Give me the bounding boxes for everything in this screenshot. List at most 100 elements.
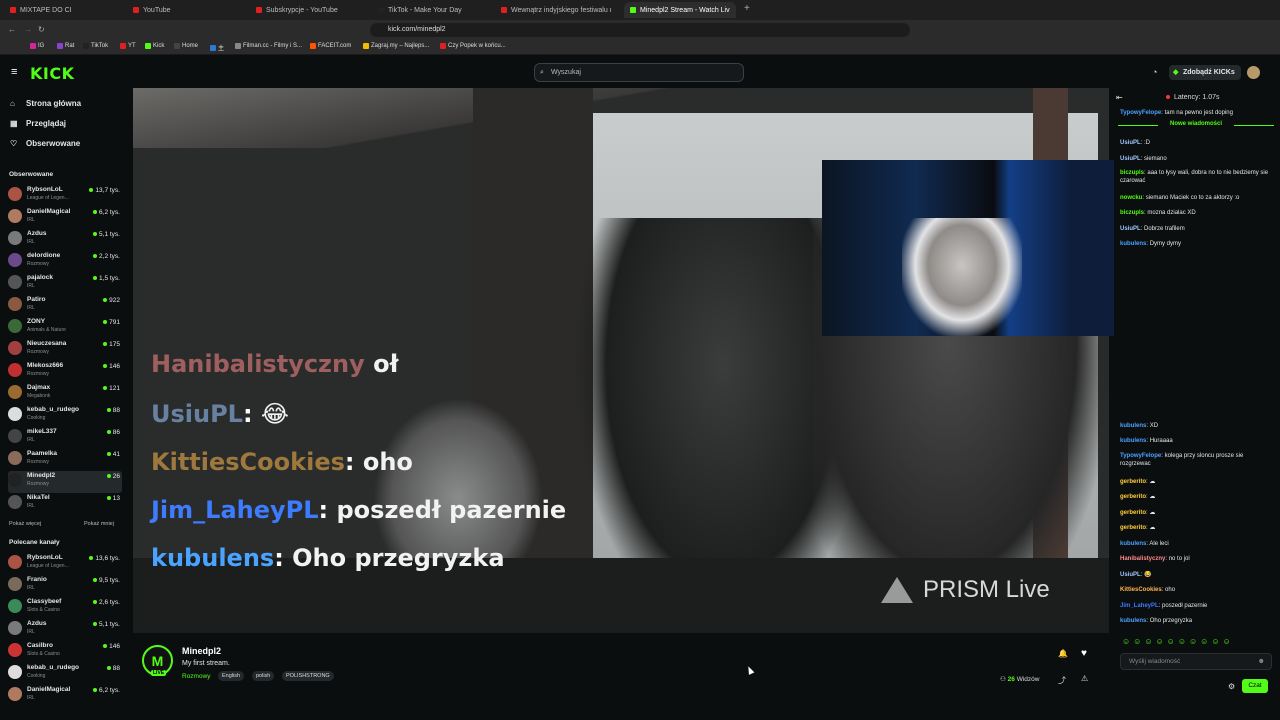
channel-item[interactable]: Casilbro Slots & Casino 146 xyxy=(8,641,122,663)
browser-tab[interactable]: Subskrypcje - YouTube xyxy=(256,2,366,18)
bookmark-item[interactable]: TikTok xyxy=(83,43,108,49)
url-field[interactable]: kick.com/minedpl2 xyxy=(370,23,910,37)
channel-viewers: 121 xyxy=(103,385,120,392)
chat-username[interactable]: TypowyFelope xyxy=(1120,453,1161,459)
nav-home[interactable]: ⌂ Strona główna xyxy=(10,99,81,108)
bookmark-item[interactable]: Filman.cc - Filmy i S... xyxy=(235,43,302,49)
emote-bar[interactable]: ☺☺☺☺☺☺☺☺☺☺ xyxy=(1122,637,1272,647)
send-chat-button[interactable]: Czat xyxy=(1242,679,1268,693)
new-messages-divider: Nowe wiadomości xyxy=(1118,121,1274,127)
menu-icon[interactable]: ≡ xyxy=(11,66,17,78)
channel-item[interactable]: Paamelka Rozmowy 41 xyxy=(8,449,122,471)
channel-item[interactable]: ZONY Animals & Nature 791 xyxy=(8,317,122,339)
channel-item[interactable]: Azdus IRL 5,1 tys. xyxy=(8,619,122,641)
get-kicks-button[interactable]: ◆ Zdobądź KICKs xyxy=(1169,65,1241,80)
chat-username[interactable]: gerberito xyxy=(1120,525,1146,531)
chat-username[interactable]: biczupls xyxy=(1120,170,1144,176)
bookmark-item[interactable]: YT xyxy=(120,43,136,49)
chat-username[interactable]: UsiuPL xyxy=(1120,156,1141,162)
chat-username[interactable]: kubulens xyxy=(1120,438,1146,444)
channel-item[interactable]: Azdus IRL 5,1 tys. xyxy=(8,229,122,251)
user-avatar[interactable] xyxy=(1247,66,1260,79)
chat-username[interactable]: KittiesCookies xyxy=(1120,587,1162,593)
chat-username[interactable]: UsiuPL xyxy=(1120,572,1141,578)
channel-item[interactable]: DanielMagical IRL 6,2 tys. xyxy=(8,207,122,229)
chat-username[interactable]: kubulens xyxy=(1120,541,1146,547)
channel-item[interactable]: Dajmax Megabonk 121 xyxy=(8,383,122,405)
channel-item[interactable]: mikeL337 IRL 86 xyxy=(8,427,122,449)
forward-icon[interactable]: → xyxy=(24,25,32,34)
stream-tag[interactable]: English xyxy=(218,671,245,681)
channel-item[interactable]: Mlekosz666 Rozmowy 146 xyxy=(8,361,122,383)
chat-username[interactable]: gerberito xyxy=(1120,494,1146,500)
browser-tab[interactable]: TikTok - Make Your Day xyxy=(378,2,488,18)
browser-tab[interactable]: Minedpl2 Stream - Watch Liv xyxy=(624,2,736,18)
channel-item[interactable]: Nieuczesana Rozmowy 175 xyxy=(8,339,122,361)
chat-username[interactable]: kubulens xyxy=(1120,241,1146,247)
collapse-chat-icon[interactable]: ⇤ xyxy=(1116,93,1123,102)
show-less-link[interactable]: Pokaż mniej xyxy=(84,521,114,527)
bookmark-item[interactable]: Kick xyxy=(145,43,164,49)
stream-tag[interactable]: polish xyxy=(252,671,275,681)
browser-tab[interactable]: Wewnątrz indyjskiego festiwalu rzuc xyxy=(501,2,611,18)
channel-item[interactable]: Minedpl2 Rozmowy 26 xyxy=(8,471,122,493)
stream-category[interactable]: Rozmowy xyxy=(182,673,211,680)
chat-username[interactable]: Hanibalistyczny xyxy=(1120,556,1165,562)
channel-item[interactable]: RybsonLoL League of Legen... 13,6 tys. xyxy=(8,553,122,575)
bookmark-item[interactable]: Home xyxy=(174,43,198,49)
channel-item[interactable]: Franio IRL 9,5 tys. xyxy=(8,575,122,597)
browser-tab[interactable]: YouTube xyxy=(133,2,243,18)
chat-username[interactable]: TypowyFelope xyxy=(1120,110,1161,116)
search-input[interactable]: ⌕ Wyszukaj xyxy=(534,63,744,82)
bookmark-item[interactable]: IG xyxy=(30,43,44,49)
bookmark-item[interactable]: FACEIT.com xyxy=(310,43,351,49)
chat-username[interactable]: nowcku xyxy=(1120,195,1142,201)
browser-tab[interactable]: MIXTAPE DO CI xyxy=(10,2,120,18)
channel-item[interactable]: Patiro IRL 922 xyxy=(8,295,122,317)
bookmark-item[interactable]: 主 xyxy=(210,43,224,52)
chat-username[interactable]: biczupls xyxy=(1120,210,1144,216)
channel-category: Rozmowy xyxy=(27,481,49,487)
bookmark-item[interactable]: Czy Popek w końcu... xyxy=(440,43,506,49)
overlay-username: Jim_LaheyPL xyxy=(151,496,319,524)
channel-avatar xyxy=(8,665,22,679)
channel-item[interactable]: RybsonLoL League of Legen... 13,7 tys. xyxy=(8,185,122,207)
streamer-name[interactable]: Minedpl2 xyxy=(182,646,221,656)
chat-input[interactable]: Wyślij wiadomość ☻ xyxy=(1120,653,1272,670)
chat-username[interactable]: UsiuPL xyxy=(1120,226,1141,232)
bookmark-item[interactable]: Zagraj.my – Najleps... xyxy=(363,43,429,49)
channel-item[interactable]: pajalock IRL 1,5 tys. xyxy=(8,273,122,295)
chat-settings-icon[interactable]: ⚙ xyxy=(1228,682,1235,691)
chat-username[interactable]: gerberito xyxy=(1120,510,1146,516)
channel-item[interactable]: NikaTel IRL 13 xyxy=(8,493,122,515)
show-more-link[interactable]: Pokaż więcej xyxy=(9,521,41,527)
report-icon[interactable]: ⚠ xyxy=(1081,674,1088,683)
kick-logo[interactable]: KICK xyxy=(30,64,75,83)
bookmark-item[interactable]: Rat xyxy=(57,43,74,49)
channel-item[interactable]: DanielMagical IRL 6,2 tys. xyxy=(8,685,122,707)
notification-icon[interactable]: ◔ xyxy=(1152,67,1157,77)
channel-item[interactable]: delordione Rozmowy 2,2 tys. xyxy=(8,251,122,273)
chat-username[interactable]: kubulens xyxy=(1120,618,1146,624)
reload-icon[interactable]: ↻ xyxy=(38,25,45,34)
channel-item[interactable]: Classybeef Slots & Casino 2,6 tys. xyxy=(8,597,122,619)
emoji-icon[interactable]: ☻ xyxy=(1258,654,1265,669)
nav-heart[interactable]: ♡ Obserwowane xyxy=(10,139,80,148)
chat-username[interactable]: Jim_LaheyPL xyxy=(1120,603,1159,609)
nav-browse[interactable]: ▦ Przeglądaj xyxy=(10,119,66,128)
channel-item[interactable]: kebab_u_rudego Cooking 88 xyxy=(8,405,122,427)
chat-username[interactable]: kubulens xyxy=(1120,423,1146,429)
following-title: Obserwowane xyxy=(9,171,54,178)
channel-category: Rozmowy xyxy=(27,459,49,465)
stream-tag[interactable]: POLISHSTRONG xyxy=(282,671,334,681)
chat-message: TypowyFelope: kolega przy sloncu prosze … xyxy=(1120,453,1244,467)
heart-icon: ♡ xyxy=(10,139,18,148)
channel-item[interactable]: kebab_u_rudego Cooking 88 xyxy=(8,663,122,685)
new-tab-button[interactable]: + xyxy=(744,3,750,14)
heart-icon[interactable]: ♥ xyxy=(1081,648,1087,659)
chat-username[interactable]: UsiuPL xyxy=(1120,140,1141,146)
chat-username[interactable]: gerberito xyxy=(1120,479,1146,485)
back-icon[interactable]: ← xyxy=(8,25,16,34)
share-icon[interactable]: ⤴ xyxy=(1058,675,1066,686)
bell-icon[interactable]: 🔔 xyxy=(1058,649,1068,658)
